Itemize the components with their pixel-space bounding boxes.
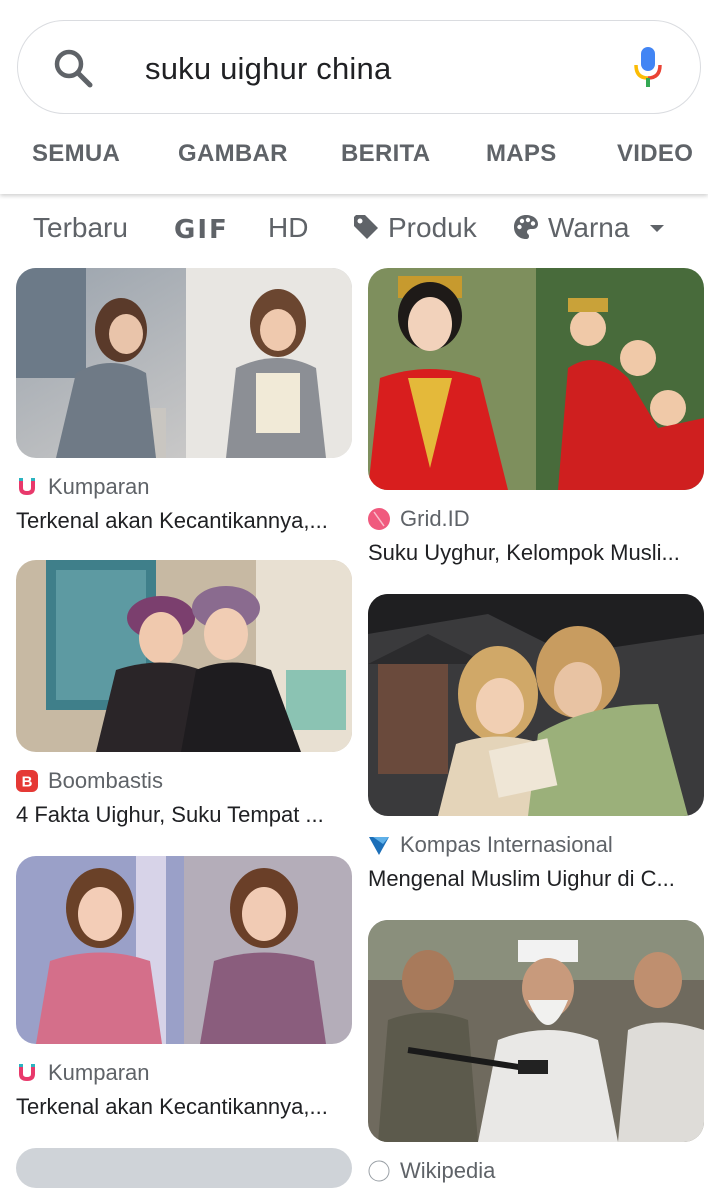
search-query[interactable]: suku uighur china [145, 51, 391, 87]
result-title[interactable]: Terkenal akan Kecantikannya,... [16, 508, 336, 534]
result-source-name: Wikipedia [400, 1158, 496, 1183]
image-result-card[interactable]: B Boombastis 4 Fakta Uighur, Suku Tempat… [16, 560, 352, 828]
tab-maps[interactable]: MAPS [486, 140, 557, 168]
tab-semua[interactable]: SEMUA [32, 140, 120, 168]
palette-icon [514, 215, 538, 239]
tab-gambar[interactable]: GAMBAR [178, 140, 288, 168]
svg-text:B: B [22, 774, 33, 791]
result-image[interactable] [16, 856, 352, 1044]
result-title[interactable]: Suku Uyghur, Kelompok Musli... [368, 540, 688, 566]
result-source: Kumparan [16, 1058, 352, 1088]
result-source-name: Kompas Internasional [400, 832, 613, 857]
result-image[interactable] [16, 268, 352, 458]
chip-gif[interactable]: GIF [174, 215, 229, 245]
result-title[interactable]: Mengenal Muslim Uighur di C... [368, 866, 688, 892]
image-result-card[interactable]: Kumparan Terkenal akan Kecantikannya,... [16, 268, 352, 534]
result-source-name: Kumparan [48, 474, 150, 499]
result-source: Grid.ID [368, 504, 704, 534]
chip-produk[interactable]: Produk [352, 212, 477, 244]
chevron-down-icon [650, 225, 665, 232]
result-source: Kompas Internasional [368, 830, 704, 860]
kumparan-icon [19, 478, 35, 495]
result-image[interactable] [368, 594, 704, 816]
kumparan-icon [19, 1064, 35, 1081]
tag-icon [354, 215, 378, 239]
chip-warna[interactable]: Warna [512, 212, 675, 244]
result-source: Wikipedia [368, 1156, 704, 1186]
search-tabs: SEMUA GAMBAR BERITA MAPS VIDEO [0, 140, 708, 172]
result-source: Kumparan [16, 472, 352, 502]
image-result-card[interactable]: Grid.ID Suku Uyghur, Kelompok Musli... [368, 268, 704, 566]
image-result-card[interactable]: Kompas Internasional Mengenal Muslim Uig… [368, 594, 704, 892]
search-box[interactable]: suku uighur china [17, 20, 701, 114]
search-header: suku uighur china SEMUA GAMBAR BERITA MA… [0, 0, 708, 194]
wikipedia-icon [368, 1160, 390, 1182]
image-result-card[interactable]: Wikipedia [368, 920, 704, 1186]
chip-warna-label: Warna [548, 212, 630, 243]
result-image[interactable] [16, 1148, 352, 1188]
boombastis-icon: B [16, 770, 38, 792]
tab-berita[interactable]: BERITA [341, 140, 430, 168]
gridid-icon [368, 508, 390, 530]
microphone-icon[interactable] [632, 45, 664, 89]
chip-produk-label: Produk [388, 212, 477, 243]
tab-video[interactable]: VIDEO [617, 140, 693, 168]
filter-chips: Terbaru GIF HD Produk Warna [0, 206, 708, 252]
result-image[interactable] [16, 560, 352, 752]
chip-terbaru[interactable]: Terbaru [33, 212, 128, 244]
result-source-name: Boombastis [48, 768, 163, 793]
image-result-card[interactable]: Kumparan Terkenal akan Kecantikannya,... [16, 856, 352, 1120]
chip-hd[interactable]: HD [268, 212, 308, 244]
result-image[interactable] [368, 920, 704, 1142]
result-source-name: Grid.ID [400, 506, 470, 531]
result-title[interactable]: Terkenal akan Kecantikannya,... [16, 1094, 336, 1120]
result-source: B Boombastis [16, 766, 352, 796]
kompas-icon [369, 837, 389, 855]
image-result-card[interactable] [16, 1148, 352, 1188]
result-image[interactable] [368, 268, 704, 490]
result-title[interactable]: 4 Fakta Uighur, Suku Tempat ... [16, 802, 336, 828]
search-icon[interactable] [52, 47, 94, 89]
result-source-name: Kumparan [48, 1060, 150, 1085]
